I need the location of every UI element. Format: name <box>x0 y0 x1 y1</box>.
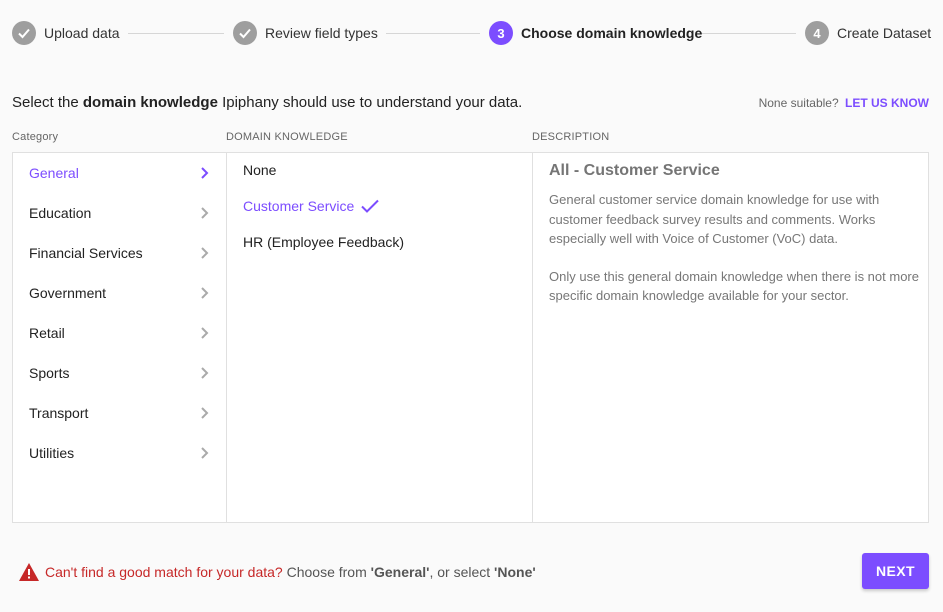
category-item-general[interactable]: General <box>29 161 211 185</box>
category-label: General <box>29 165 79 181</box>
category-item-transport[interactable]: Transport <box>29 401 211 425</box>
category-label: Financial Services <box>29 245 143 261</box>
step-label: Choose domain knowledge <box>521 25 703 41</box>
category-item-financial-services[interactable]: Financial Services <box>29 241 211 265</box>
category-label: Sports <box>29 365 70 381</box>
none-suitable-prompt: None suitable? LET US KNOW <box>759 96 929 110</box>
step-review-field-types[interactable]: Review field types <box>233 20 378 46</box>
none-suitable-question: None suitable? <box>758 96 839 110</box>
description-panel: All - Customer Service General customer … <box>532 152 929 523</box>
step-label: Upload data <box>44 25 120 41</box>
check-icon <box>361 199 379 213</box>
description-paragraph: Only use this general domain knowledge w… <box>549 268 919 304</box>
warning-mid-text: Choose from <box>282 564 371 580</box>
domain-label: Customer Service <box>243 198 355 214</box>
category-column-header: Category <box>12 131 59 143</box>
chevron-right-icon <box>201 207 209 219</box>
step-label: Create Dataset <box>837 25 932 41</box>
instruction-bold: domain knowledge <box>82 94 218 111</box>
description-column-header: DESCRIPTION <box>532 131 610 143</box>
category-item-utilities[interactable]: Utilities <box>29 441 211 465</box>
instruction-text: Select the domain knowledge Ipiphany sho… <box>12 94 522 111</box>
chevron-right-icon <box>201 167 209 179</box>
option-none: 'None' <box>494 564 536 580</box>
step-number: 3 <box>489 21 513 45</box>
category-item-government[interactable]: Government <box>29 281 211 305</box>
warning-or-text: , or select <box>429 564 495 580</box>
check-icon <box>233 21 257 45</box>
stepper: Upload data Review field types 3 Choose … <box>0 0 943 66</box>
step-connector <box>700 33 796 34</box>
category-label: Education <box>29 205 92 221</box>
instruction-prefix: Select the <box>12 94 83 111</box>
chevron-right-icon <box>201 287 209 299</box>
warning-strong-text: Can't find a good match for your data? <box>45 564 283 580</box>
category-label: Utilities <box>29 445 75 461</box>
description-body: General customer service domain knowledg… <box>549 190 919 324</box>
step-connector <box>386 33 480 34</box>
domain-item-customer-service[interactable]: Customer Service <box>243 194 380 218</box>
step-label: Review field types <box>265 25 378 41</box>
category-label: Retail <box>29 325 65 341</box>
category-item-sports[interactable]: Sports <box>29 361 211 385</box>
chevron-right-icon <box>201 447 209 459</box>
step-connector <box>128 33 224 34</box>
domain-item-none[interactable]: None <box>243 158 276 182</box>
category-label: Government <box>29 285 107 301</box>
domain-knowledge-list: None Customer Service HR (Employee Feedb… <box>226 152 533 523</box>
chevron-right-icon <box>201 367 209 379</box>
category-label: Transport <box>29 405 89 421</box>
step-choose-domain-knowledge[interactable]: 3 Choose domain knowledge <box>489 20 702 46</box>
chevron-right-icon <box>201 407 209 419</box>
no-match-warning: Can't find a good match for your data? C… <box>18 562 536 582</box>
step-create-dataset[interactable]: 4 Create Dataset <box>805 20 931 46</box>
let-us-know-link[interactable]: LET US KNOW <box>845 96 929 110</box>
category-list: General Education Financial Services Gov… <box>12 152 227 523</box>
next-button[interactable]: NEXT <box>862 553 929 589</box>
check-icon <box>12 21 36 45</box>
domain-item-hr-employee-feedback[interactable]: HR (Employee Feedback) <box>243 230 404 254</box>
domain-label: HR (Employee Feedback) <box>243 234 405 250</box>
step-upload-data[interactable]: Upload data <box>12 20 120 46</box>
category-item-retail[interactable]: Retail <box>29 321 211 345</box>
instruction-suffix: Ipiphany should use to understand your d… <box>217 94 523 111</box>
description-title: All - Customer Service <box>549 162 720 179</box>
chevron-right-icon <box>201 327 209 339</box>
domain-label: None <box>243 162 277 178</box>
step-number: 4 <box>805 21 829 45</box>
domain-knowledge-column-header: DOMAIN KNOWLEDGE <box>226 131 348 143</box>
option-general: 'General' <box>370 564 430 580</box>
warning-icon <box>19 563 39 581</box>
chevron-right-icon <box>201 247 209 259</box>
category-item-education[interactable]: Education <box>29 201 211 225</box>
description-paragraph: General customer service domain knowledg… <box>549 192 880 246</box>
